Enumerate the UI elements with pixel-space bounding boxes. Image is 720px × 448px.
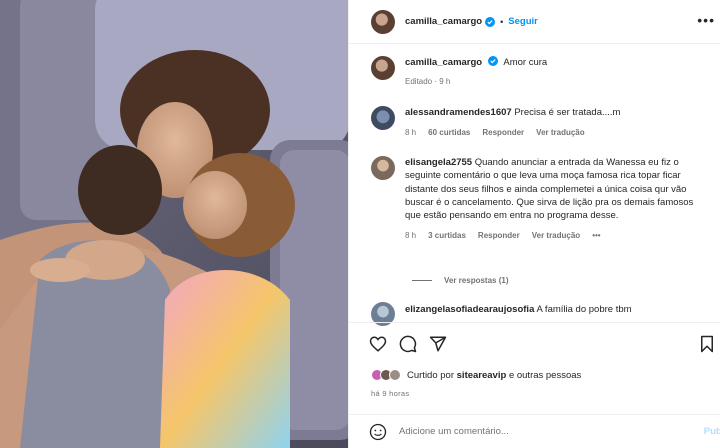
post-photo-illustration <box>0 0 348 448</box>
likes-summary: Curtido por siteareavip e outras pessoas <box>371 369 581 381</box>
view-replies-button[interactable]: Ver respostas (1) <box>412 276 508 285</box>
post-photo[interactable] <box>0 0 348 448</box>
caption-avatar[interactable] <box>371 56 395 80</box>
comment-icon[interactable] <box>399 335 417 353</box>
replies-divider <box>412 280 432 281</box>
commenter-username[interactable]: elizangelasofiadearaujosofia <box>405 304 534 315</box>
comment-input[interactable]: Adicione um comentário... <box>399 426 509 437</box>
likes-prefix: Curtido por <box>407 369 454 381</box>
caption-text: Amor cura <box>503 57 548 68</box>
liker-avatars <box>371 369 401 381</box>
caption-username[interactable]: camilla_camargo <box>405 57 482 68</box>
separator-dot: • <box>500 16 504 27</box>
liker-avatar[interactable] <box>389 369 401 381</box>
bookmark-icon[interactable] <box>699 335 715 353</box>
share-icon[interactable] <box>429 335 447 353</box>
follow-button[interactable]: Seguir <box>508 16 538 27</box>
caption-edited: Editado · 9 h <box>405 77 451 86</box>
comment-likes[interactable]: 60 curtidas <box>428 126 470 139</box>
commenter-avatar[interactable] <box>371 106 395 130</box>
post-actions: Curtido por siteareavip e outras pessoas… <box>349 322 720 414</box>
author-username[interactable]: camilla_camargo <box>405 16 482 27</box>
commenter-username[interactable]: alessandramendes1607 <box>405 107 512 118</box>
instagram-post: camilla_camargo • Seguir ••• camilla_cam… <box>0 0 720 448</box>
author-avatar[interactable] <box>371 9 395 34</box>
comment-item: alessandramendes1607 Precisa é ser trata… <box>371 106 706 140</box>
post-side-panel: camilla_camargo • Seguir ••• camilla_cam… <box>348 0 720 448</box>
heart-icon[interactable] <box>369 335 387 353</box>
comment-text: A família do pobre tbm <box>536 304 632 315</box>
likes-suffix[interactable]: e outras pessoas <box>509 370 581 381</box>
post-time[interactable]: há 9 horas <box>371 389 409 398</box>
comment-time[interactable]: 8 h <box>405 229 416 242</box>
emoji-icon[interactable] <box>369 423 387 441</box>
view-replies-label: Ver respostas (1) <box>444 276 509 285</box>
translate-button[interactable]: Ver tradução <box>532 229 580 242</box>
publish-button[interactable]: Publi <box>704 426 720 437</box>
translate-button[interactable]: Ver tradução <box>536 126 584 139</box>
comment-more-icon[interactable]: ••• <box>592 229 600 242</box>
reply-button[interactable]: Responder <box>482 126 524 139</box>
post-header: camilla_camargo • Seguir ••• <box>349 0 720 44</box>
verified-badge-icon <box>485 16 496 27</box>
comment-item: elisangela2755 Quando anunciar a entrada… <box>371 156 706 243</box>
add-comment-bar: Adicione um comentário... Publi <box>349 414 720 448</box>
comment-time[interactable]: 8 h <box>405 126 416 139</box>
more-horizontal-icon[interactable]: ••• <box>697 12 715 28</box>
comment-likes[interactable]: 3 curtidas <box>428 229 466 242</box>
commenter-avatar[interactable] <box>371 156 395 180</box>
verified-badge-icon <box>487 56 498 66</box>
liker-username[interactable]: siteareavip <box>457 370 507 381</box>
reply-button[interactable]: Responder <box>478 229 520 242</box>
comment-text: Precisa é ser tratada....m <box>514 107 621 118</box>
post-caption: camilla_camargo Amor cura Editado · 9 h <box>371 56 711 88</box>
commenter-username[interactable]: elisangela2755 <box>405 157 472 168</box>
